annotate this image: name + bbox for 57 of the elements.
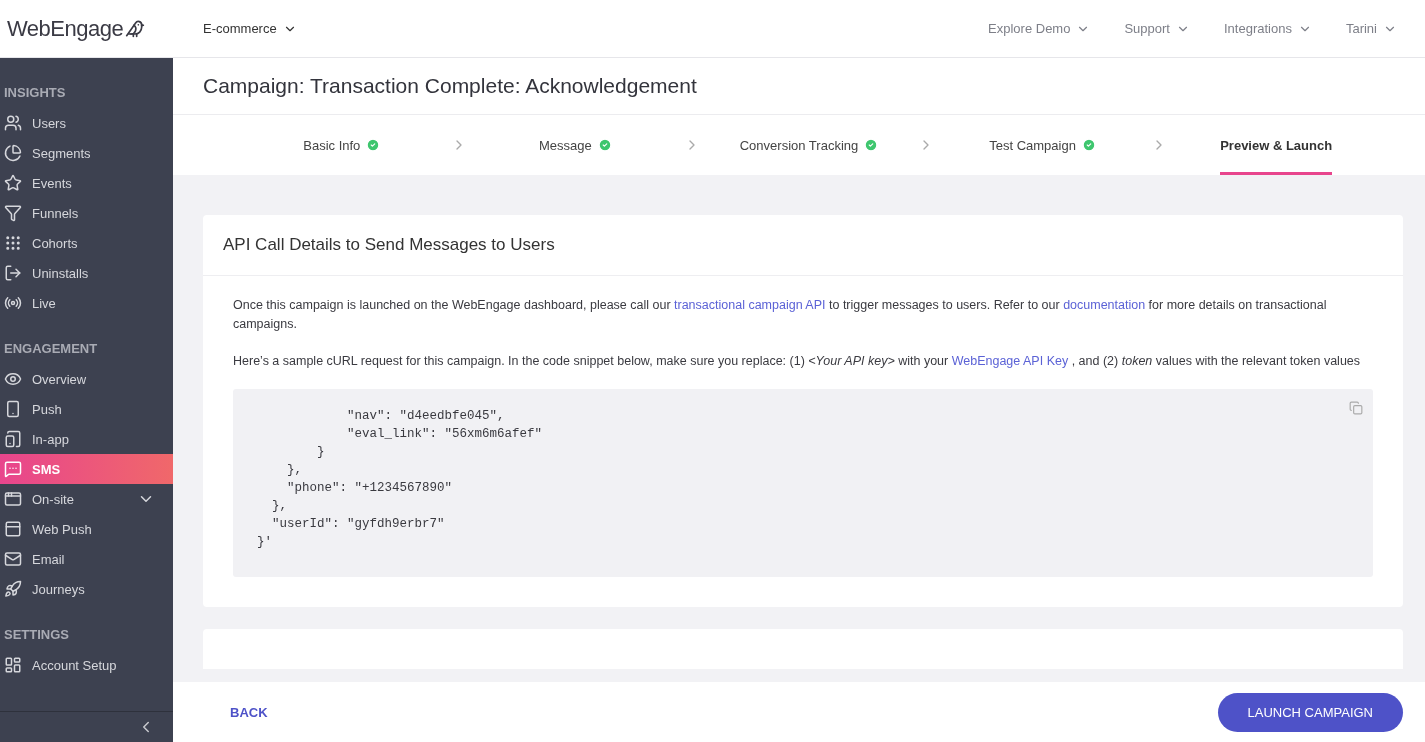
nav-menu[interactable]: Tarini xyxy=(1345,21,1397,36)
code-snippet: "nav": "d4eedbfe045", "eval_link": "56xm6m6afef" } }, "phone": "+1234567890" }, "userId": "gyfdh9erbr7" }' xyxy=(257,408,544,551)
text-link[interactable]: WebEngage API Key xyxy=(951,354,1069,368)
sidebar-item[interactable]: Events xyxy=(0,168,173,198)
window-icon xyxy=(4,490,22,508)
text-link[interactable]: documentation xyxy=(1063,298,1146,312)
section-title: SETTINGS xyxy=(3,626,70,644)
back-button[interactable]: BACK xyxy=(230,704,268,720)
paragraph: Once this campaign is launched on the WebEngage dashboard, please call our transactional campaign API to trigger messages to users. Refer to our documentation for more details on transactional campaigns. xyxy=(233,297,1328,333)
sidebar-item[interactable]: Segments xyxy=(0,138,173,168)
launch-button[interactable]: LAUNCH CAMPAIGN xyxy=(1217,692,1403,732)
tablet-icon xyxy=(4,430,22,448)
step-tab[interactable]: Preview & Launch xyxy=(1220,115,1333,175)
mail-icon xyxy=(4,550,22,568)
bird-icon xyxy=(125,18,146,39)
exit-icon xyxy=(4,264,22,282)
sidebar-item[interactable]: Cohorts xyxy=(0,228,173,258)
sidebar-item[interactable]: Web Push xyxy=(0,514,173,544)
sidebar-item[interactable]: Push xyxy=(0,394,173,424)
step-tab[interactable]: Message xyxy=(539,115,612,175)
sidebar-item[interactable]: Users xyxy=(0,108,173,138)
logo[interactable]: WebEngage xyxy=(7,15,124,42)
step-tab[interactable]: Conversion Tracking xyxy=(739,115,879,175)
filter-icon xyxy=(4,204,22,222)
card-title: API Call Details to Send Messages to Users xyxy=(223,235,555,255)
users-icon xyxy=(4,114,22,132)
broadcast-icon xyxy=(4,294,22,312)
page-title: Campaign: Transaction Complete: Acknowledgement xyxy=(203,74,697,98)
sidebar-item[interactable]: Live xyxy=(0,288,173,318)
chat-icon xyxy=(4,460,22,478)
sidebar-item[interactable]: Overview xyxy=(0,364,173,394)
eye-icon xyxy=(4,370,22,388)
paragraph: Here’s a sample cURL request for this campaign. In the code snippet below, make sure you replace: (1) <Your API key> with your WebEngage API Key , and (2) token values with the relevant token values xyxy=(233,353,1362,370)
sidebar-item[interactable]: Account Setup xyxy=(0,650,173,680)
dashboard-icon xyxy=(4,656,22,674)
section-title: INSIGHTS xyxy=(3,84,67,102)
project-dropdown[interactable]: E-commerce xyxy=(203,21,297,36)
browser-icon xyxy=(4,520,22,538)
sidebar-item[interactable]: SMS xyxy=(0,454,173,484)
nav-menu[interactable]: Support xyxy=(1124,21,1190,36)
rocket-icon xyxy=(4,580,22,598)
sidebar-item[interactable]: Funnels xyxy=(0,198,173,228)
section-title: ENGAGEMENT xyxy=(3,340,99,358)
step-tab[interactable]: Basic Info xyxy=(303,115,381,175)
nav-menu[interactable]: Integrations xyxy=(1224,21,1312,36)
step-tab[interactable]: Test Campaign xyxy=(989,115,1096,175)
star-icon xyxy=(4,174,22,192)
text-link[interactable]: transactional campaign API xyxy=(674,298,826,312)
nav-menu[interactable]: Explore Demo xyxy=(988,21,1091,36)
phone-icon xyxy=(4,400,22,418)
sidebar-item[interactable]: On-site xyxy=(0,484,173,514)
pie-chart-icon xyxy=(4,144,22,162)
sidebar-item[interactable]: Uninstalls xyxy=(0,258,173,288)
dots-grid-icon xyxy=(4,234,22,252)
sidebar-item[interactable]: In-app xyxy=(0,424,173,454)
sidebar-item[interactable]: Journeys xyxy=(0,574,173,604)
sidebar-item[interactable]: Email xyxy=(0,544,173,574)
